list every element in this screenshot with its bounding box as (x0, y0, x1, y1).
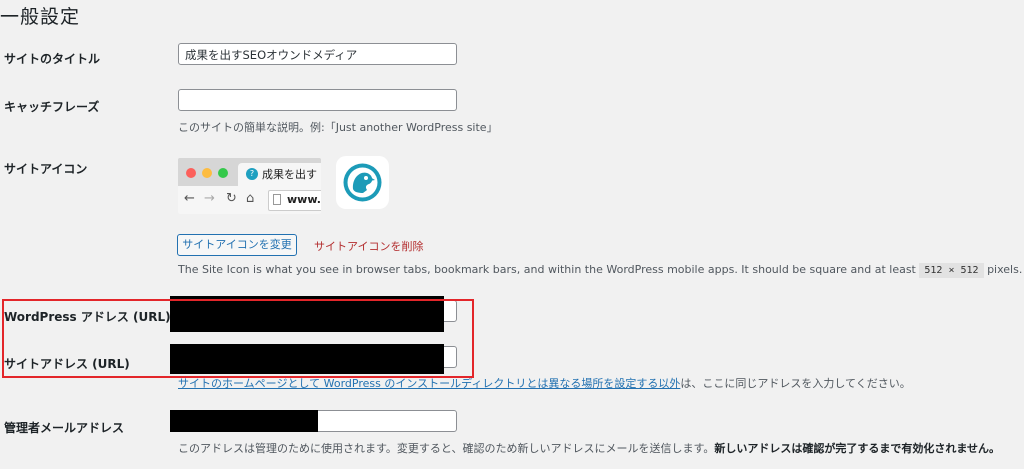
highlight-box (2, 299, 474, 378)
parrot-logo-icon (343, 163, 382, 202)
maximize-dot-icon (218, 168, 228, 178)
site-icon-description: The Site Icon is what you see in browser… (178, 263, 1023, 278)
tagline-label: キャッチフレーズ (4, 100, 100, 114)
site-icon-description-pixels: pixels. (987, 263, 1023, 276)
browser-tab: ? 成果を出す (238, 163, 321, 186)
site-title-label: サイトのタイトル (4, 52, 101, 66)
site-icon-label: サイトアイコン (4, 162, 88, 176)
site-title-input[interactable]: 成果を出すSEOオウンドメディア (178, 43, 457, 65)
site-icon-browser-preview: ? 成果を出す ← → ↻ ⌂ www. (178, 158, 321, 214)
admin-email-label: 管理者メールアドレス (4, 421, 125, 435)
redaction-box (170, 410, 318, 432)
admin-email-description: このアドレスは管理のために使用されます。変更すると、確認のため新しいアドレスにメ… (178, 440, 1000, 456)
site-icon-size-code: 512 × 512 (919, 263, 984, 278)
change-site-icon-button[interactable]: サイトアイコンを変更 (177, 234, 297, 256)
admin-email-description-text: このアドレスは管理のために使用されます。変更すると、確認のため新しいアドレスにメ… (178, 442, 715, 455)
tagline-description: このサイトの簡単な説明。例:「Just another WordPress si… (178, 121, 498, 134)
site-address-description-rest: は、ここに同じアドレスを入力してください。 (680, 377, 911, 390)
tagline-input[interactable] (178, 89, 457, 111)
back-arrow-icon: ← (184, 191, 195, 206)
browser-url-text: www. (287, 193, 321, 206)
site-icon-app-preview (336, 156, 389, 209)
delete-site-icon-link[interactable]: サイトアイコンを削除 (314, 238, 423, 254)
page-title: 一般設定 (0, 6, 81, 28)
favicon-icon: ? (246, 168, 258, 180)
browser-url-bar: www. (268, 190, 321, 211)
site-address-help-link[interactable]: サイトのホームページとして WordPress のインストールディレクトリとは異… (178, 377, 680, 390)
reload-icon: ↻ (226, 191, 237, 206)
minimize-dot-icon (202, 168, 212, 178)
site-icon-description-text: The Site Icon is what you see in browser… (178, 263, 916, 276)
home-icon: ⌂ (246, 191, 255, 206)
admin-email-description-bold: 新しいアドレスは確認が完了するまで有効化されません。 (714, 442, 1001, 455)
forward-arrow-icon: → (204, 191, 215, 206)
close-dot-icon (186, 168, 196, 178)
browser-tab-text: 成果を出す (262, 168, 317, 181)
page-icon (273, 194, 281, 205)
